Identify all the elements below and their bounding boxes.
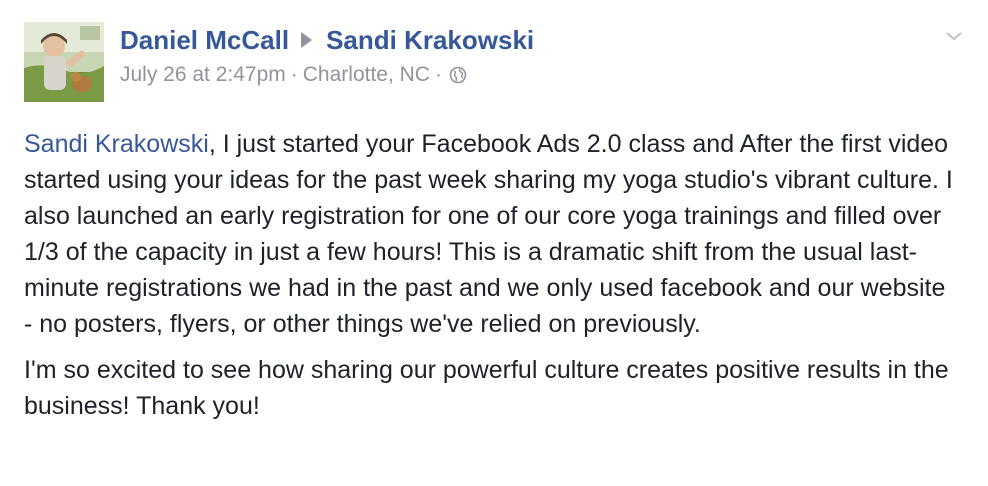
chevron-down-icon[interactable]: [940, 26, 968, 46]
mention-link[interactable]: Sandi Krakowski: [24, 130, 209, 158]
globe-icon[interactable]: [449, 65, 467, 91]
arrow-right-icon: [301, 32, 313, 48]
post-location[interactable]: Charlotte, NC: [303, 63, 430, 86]
author-name-link[interactable]: Daniel McCall: [120, 25, 289, 55]
post-names: Daniel McCall Sandi Krakowski: [120, 24, 928, 56]
post-paragraph-2: I'm so excited to see how sharing our po…: [24, 356, 949, 420]
avatar-photo: [24, 22, 104, 102]
avatar[interactable]: [24, 22, 104, 102]
post-timestamp[interactable]: July 26 at 2:47pm: [120, 63, 286, 86]
meta-separator: ·: [290, 63, 298, 86]
paragraph-1-text: , I just started your Facebook Ads 2.0 c…: [24, 130, 953, 338]
meta-separator-2: ·: [434, 63, 442, 86]
facebook-post: Daniel McCall Sandi Krakowski July 26 at …: [0, 0, 988, 486]
post-meta: July 26 at 2:47pm · Charlotte, NC ·: [120, 62, 928, 91]
target-name-link[interactable]: Sandi Krakowski: [326, 25, 534, 55]
post-paragraph-1: Sandi Krakowski, I just started your Fac…: [24, 126, 954, 342]
post-body: Sandi Krakowski, I just started your Fac…: [24, 126, 954, 434]
post-header: Daniel McCall Sandi Krakowski July 26 at …: [120, 24, 928, 91]
